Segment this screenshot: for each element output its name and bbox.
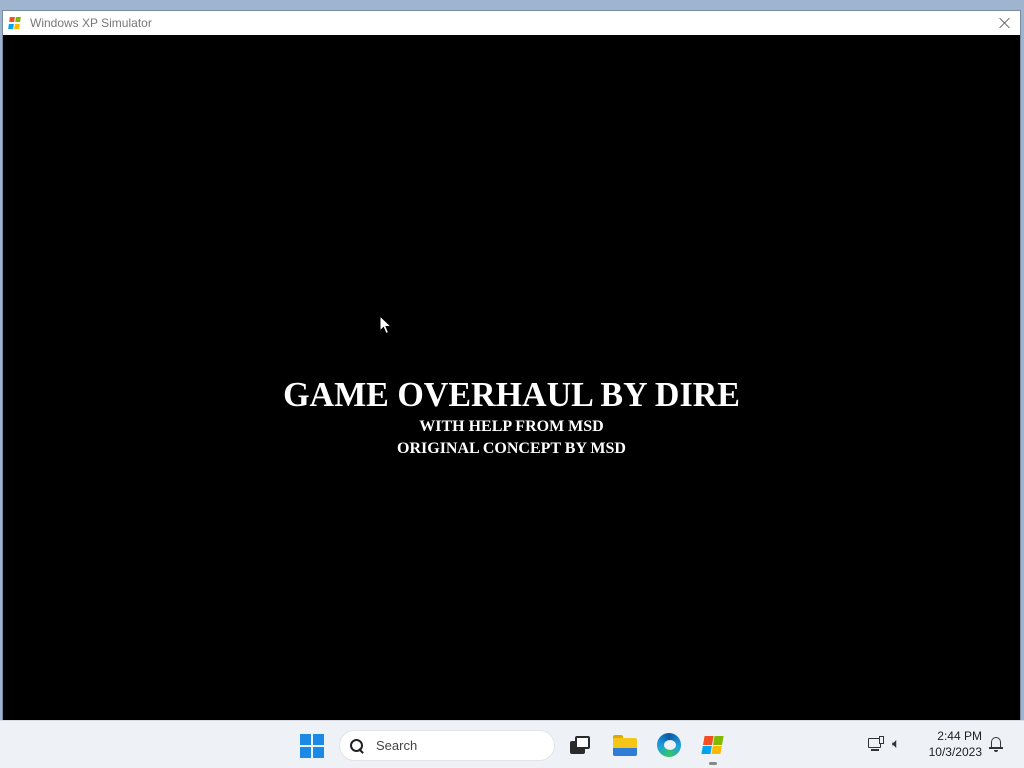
- credits-main: GAME OVERHAUL BY DIRE: [283, 376, 740, 415]
- credits-line-2: ORIGINAL CONCEPT BY MSD: [397, 440, 626, 457]
- clock-date: 10/3/2023: [928, 745, 982, 759]
- windows-start-icon[interactable]: [300, 734, 324, 758]
- credits-line-1: WITH HELP FROM MSD: [419, 418, 604, 435]
- desktop: Windows XP Simulator GAME OVERHAUL BY DI…: [0, 0, 1024, 768]
- xp-flag-icon: [8, 17, 22, 29]
- game-screen[interactable]: GAME OVERHAUL BY DIRE WITH HELP FROM MSD…: [3, 35, 1020, 720]
- close-button[interactable]: [996, 14, 1014, 32]
- running-indicator: [709, 762, 717, 765]
- bell-icon[interactable]: [989, 737, 1003, 753]
- clock-time: 2:44 PM: [937, 729, 982, 743]
- xp-flag-icon[interactable]: [699, 731, 727, 765]
- edge-icon[interactable]: [655, 731, 683, 759]
- taskbar: Search 🔈︎ 2:44 PM 10/3/2023: [0, 720, 1024, 768]
- search-label: Search: [376, 738, 418, 753]
- credits-screen: GAME OVERHAUL BY DIRE WITH HELP FROM MSD…: [3, 376, 1020, 460]
- clock[interactable]: 2:44 PM 10/3/2023: [918, 728, 982, 760]
- search-box[interactable]: Search: [339, 730, 555, 761]
- app-window: Windows XP Simulator GAME OVERHAUL BY DI…: [2, 10, 1021, 720]
- network-icon[interactable]: [867, 736, 885, 752]
- volume-icon[interactable]: 🔈︎: [892, 734, 912, 754]
- task-view-icon[interactable]: [566, 731, 594, 759]
- search-icon: [350, 738, 364, 753]
- window-title: Windows XP Simulator: [30, 16, 152, 30]
- mouse-pointer-icon: [379, 315, 393, 335]
- title-bar[interactable]: Windows XP Simulator: [3, 11, 1020, 35]
- folder-icon[interactable]: [611, 731, 639, 759]
